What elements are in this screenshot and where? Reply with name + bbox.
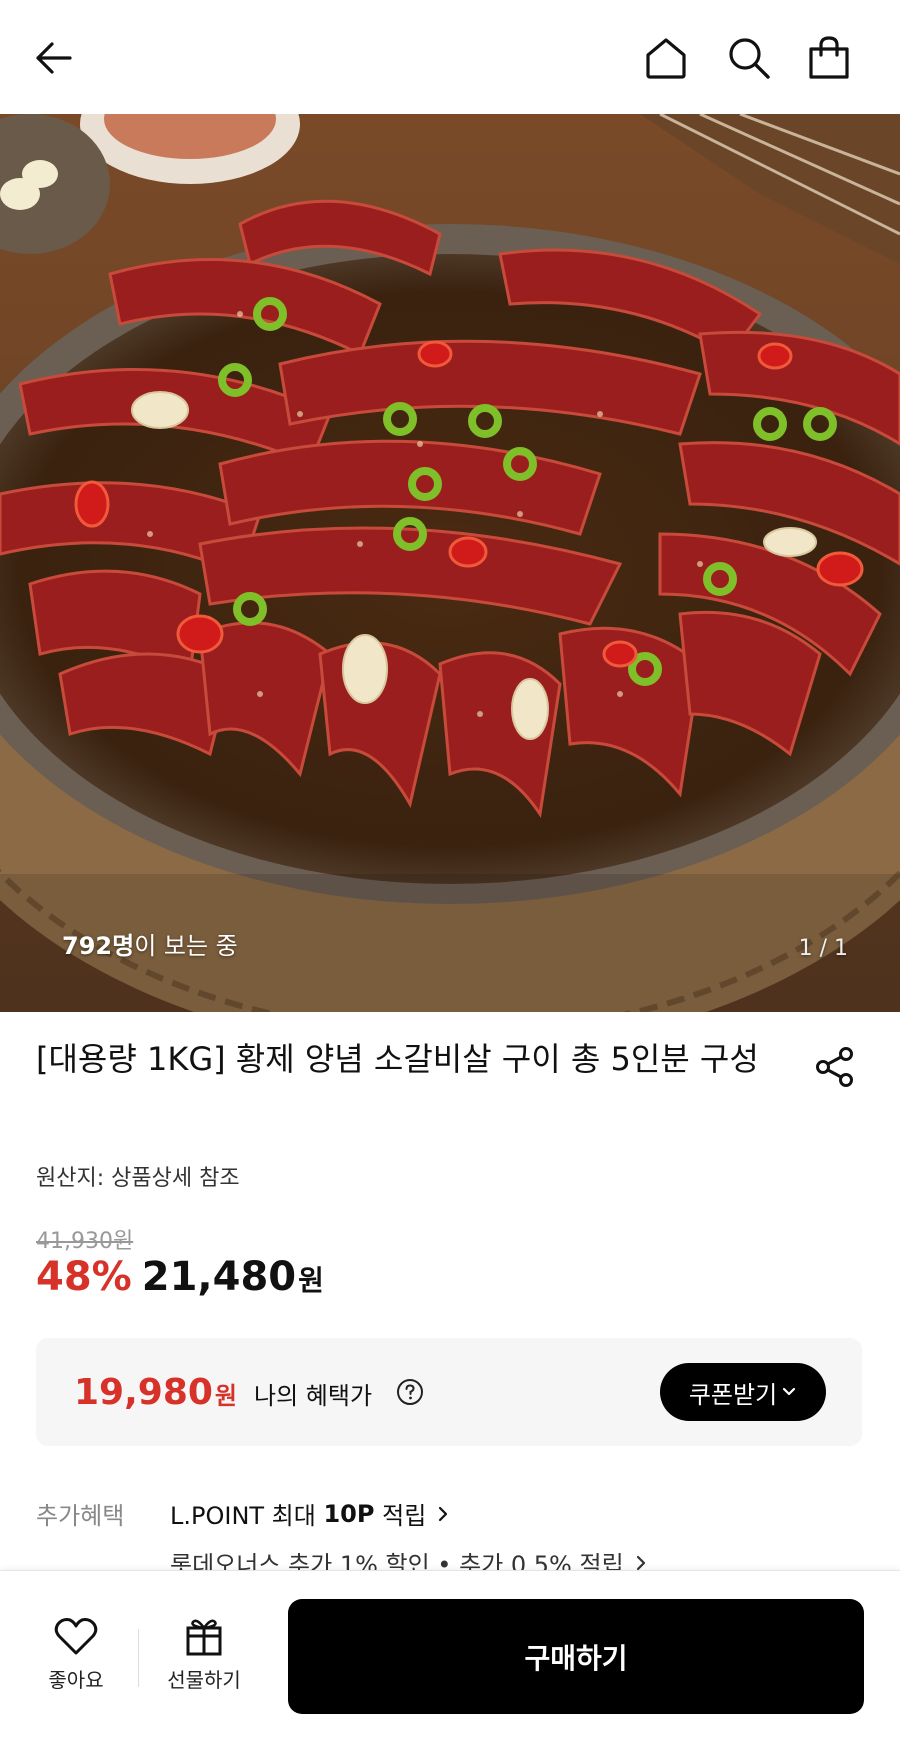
chevron-right-icon bbox=[439, 1506, 448, 1521]
product-image[interactable]: 792명이 보는 중 1 / 1 bbox=[0, 114, 900, 1012]
arrow-left-icon bbox=[36, 42, 72, 74]
sale-price-unit: 원 bbox=[298, 1264, 324, 1297]
lpoint-benefit-link[interactable]: L.POINT 최대 10P 적립 bbox=[170, 1496, 452, 1531]
lpoint-suffix: 적립 bbox=[374, 1502, 427, 1530]
like-button[interactable]: 좋아요 bbox=[30, 1616, 122, 1706]
lpoint-points: 10P bbox=[323, 1499, 375, 1528]
heart-icon bbox=[54, 1618, 98, 1655]
lpoint-prefix: L.POINT 최대 bbox=[170, 1502, 324, 1530]
original-price: 41,930원 bbox=[36, 1229, 134, 1254]
image-pager: 1 / 1 bbox=[798, 936, 848, 961]
product-title: [대용량 1KG] 황제 양념 소갈비살 구이 총 5인분 구성 bbox=[36, 1040, 759, 1078]
share-icon bbox=[816, 1047, 853, 1087]
viewer-count-text: 792명이 보는 중 bbox=[62, 926, 238, 961]
benefit-price-box: 19,980 원 나의 혜택가 쿠폰받기 bbox=[36, 1338, 862, 1446]
chevron-down-icon bbox=[783, 1387, 796, 1396]
search-button[interactable] bbox=[721, 30, 777, 86]
extra-benefit-label: 추가혜택 bbox=[36, 1502, 125, 1530]
gift-button[interactable]: 선물하기 bbox=[152, 1616, 256, 1706]
marinated-beef-photo bbox=[0, 114, 900, 1012]
shopping-bag-icon bbox=[809, 36, 849, 79]
price-row: 48% 21,480 원 bbox=[36, 1254, 324, 1300]
gift-icon bbox=[186, 1619, 222, 1656]
benefit-price: 19,980 원 bbox=[74, 1372, 237, 1413]
search-icon bbox=[729, 38, 770, 79]
top-bar bbox=[0, 0, 900, 114]
home-icon bbox=[646, 38, 686, 79]
coupon-button[interactable]: 쿠폰받기 bbox=[660, 1363, 826, 1421]
discount-rate: 48% bbox=[36, 1254, 132, 1300]
buy-button[interactable]: 구매하기 bbox=[288, 1599, 864, 1714]
share-button[interactable] bbox=[810, 1042, 860, 1092]
chevron-right-icon bbox=[636, 1555, 645, 1570]
viewer-count: 792명 bbox=[62, 932, 135, 960]
bottom-action-bar: 좋아요 선물하기 구매하기 bbox=[0, 1570, 900, 1741]
home-button[interactable] bbox=[638, 30, 694, 86]
benefit-price-value: 19,980 bbox=[74, 1372, 213, 1413]
sale-price: 21,480 bbox=[141, 1254, 297, 1300]
benefit-label: 나의 혜택가 bbox=[254, 1382, 373, 1410]
coupon-button-label: 쿠폰받기 bbox=[688, 1380, 778, 1409]
question-circle-icon[interactable] bbox=[396, 1378, 424, 1406]
cart-button[interactable] bbox=[801, 30, 857, 86]
like-label: 좋아요 bbox=[48, 1668, 104, 1692]
gift-label: 선물하기 bbox=[167, 1668, 241, 1692]
benefit-price-unit: 원 bbox=[214, 1382, 238, 1410]
divider bbox=[138, 1629, 139, 1687]
back-button[interactable] bbox=[26, 30, 82, 86]
viewer-suffix: 이 보는 중 bbox=[134, 932, 238, 960]
origin-info: 원산지: 상품상세 참조 bbox=[36, 1166, 240, 1191]
